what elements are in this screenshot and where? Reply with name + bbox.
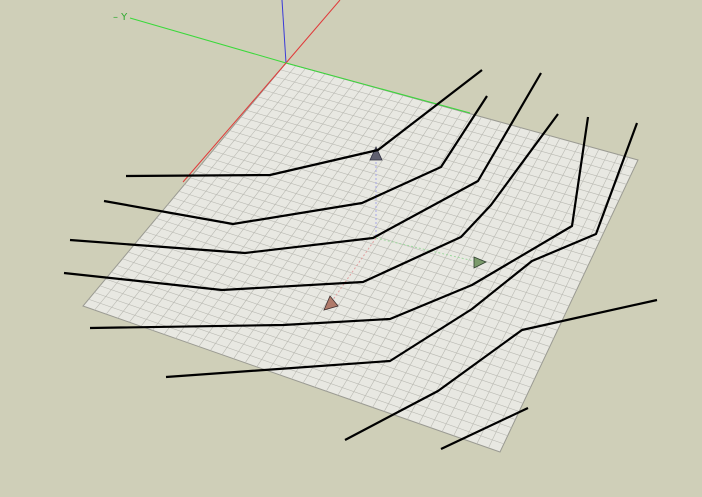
axis-green-negative (129, 17, 287, 64)
axis-red-up (285, 0, 341, 64)
model-viewport[interactable]: – Y (0, 0, 702, 497)
axis-blue-up (281, 0, 287, 64)
scene-canvas[interactable] (0, 0, 702, 497)
